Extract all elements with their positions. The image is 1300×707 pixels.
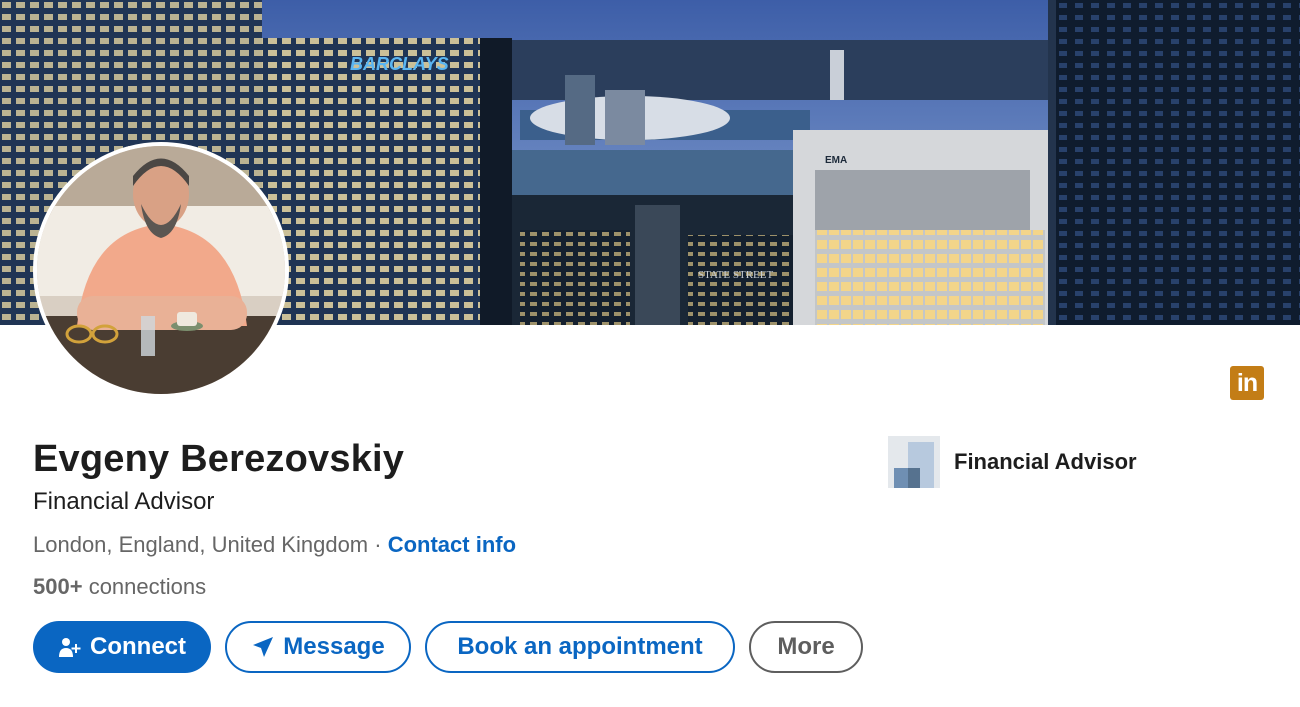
- profile-location: London, England, United Kingdom: [33, 532, 369, 557]
- location-row: London, England, United Kingdom · Contac…: [33, 532, 516, 558]
- separator: ·: [374, 532, 382, 557]
- connect-label: Connect: [90, 633, 186, 660]
- connect-button[interactable]: Connect: [33, 621, 211, 673]
- message-label: Message: [283, 633, 385, 660]
- svg-text:STATE STREET: STATE STREET: [698, 269, 773, 281]
- more-button[interactable]: More: [749, 621, 863, 673]
- svg-text:EMA: EMA: [825, 155, 847, 166]
- profile-actions: Connect Message Book an appointment More: [33, 621, 863, 673]
- company-logo-icon: [888, 436, 940, 488]
- send-icon: [251, 635, 275, 659]
- book-appointment-button[interactable]: Book an appointment: [425, 621, 735, 673]
- message-button[interactable]: Message: [225, 621, 411, 673]
- contact-info-link[interactable]: Contact info: [388, 532, 516, 557]
- book-appointment-label: Book an appointment: [457, 633, 703, 660]
- current-company[interactable]: Financial Advisor: [888, 436, 1137, 488]
- connections-row[interactable]: 500+ connections: [33, 574, 206, 600]
- company-name: Financial Advisor: [954, 449, 1137, 474]
- profile-name: Evgeny Berezovskiy: [33, 438, 405, 480]
- linkedin-logo-icon: in: [1230, 366, 1264, 400]
- connections-count: 500+: [33, 574, 83, 599]
- add-person-icon: [58, 635, 82, 659]
- connections-label: connections: [88, 574, 207, 599]
- profile-headline: Financial Advisor: [33, 488, 215, 515]
- svg-text:BARCLAYS: BARCLAYS: [350, 54, 449, 74]
- more-label: More: [777, 633, 835, 660]
- profile-avatar[interactable]: [33, 142, 289, 398]
